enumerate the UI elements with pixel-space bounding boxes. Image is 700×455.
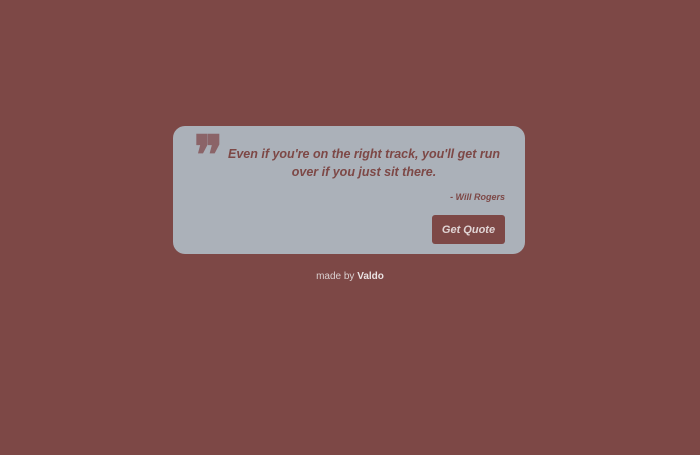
- quote-author: - Will Rogers: [450, 192, 505, 202]
- credit-author-link[interactable]: Valdo: [357, 271, 384, 282]
- get-quote-button[interactable]: Get Quote: [432, 215, 505, 244]
- quote-text: Even if you're on the right track, you'l…: [228, 147, 500, 179]
- quote-icon: ❞: [194, 123, 223, 187]
- credit: made by Valdo: [0, 271, 700, 282]
- credit-prefix: made by: [316, 271, 355, 282]
